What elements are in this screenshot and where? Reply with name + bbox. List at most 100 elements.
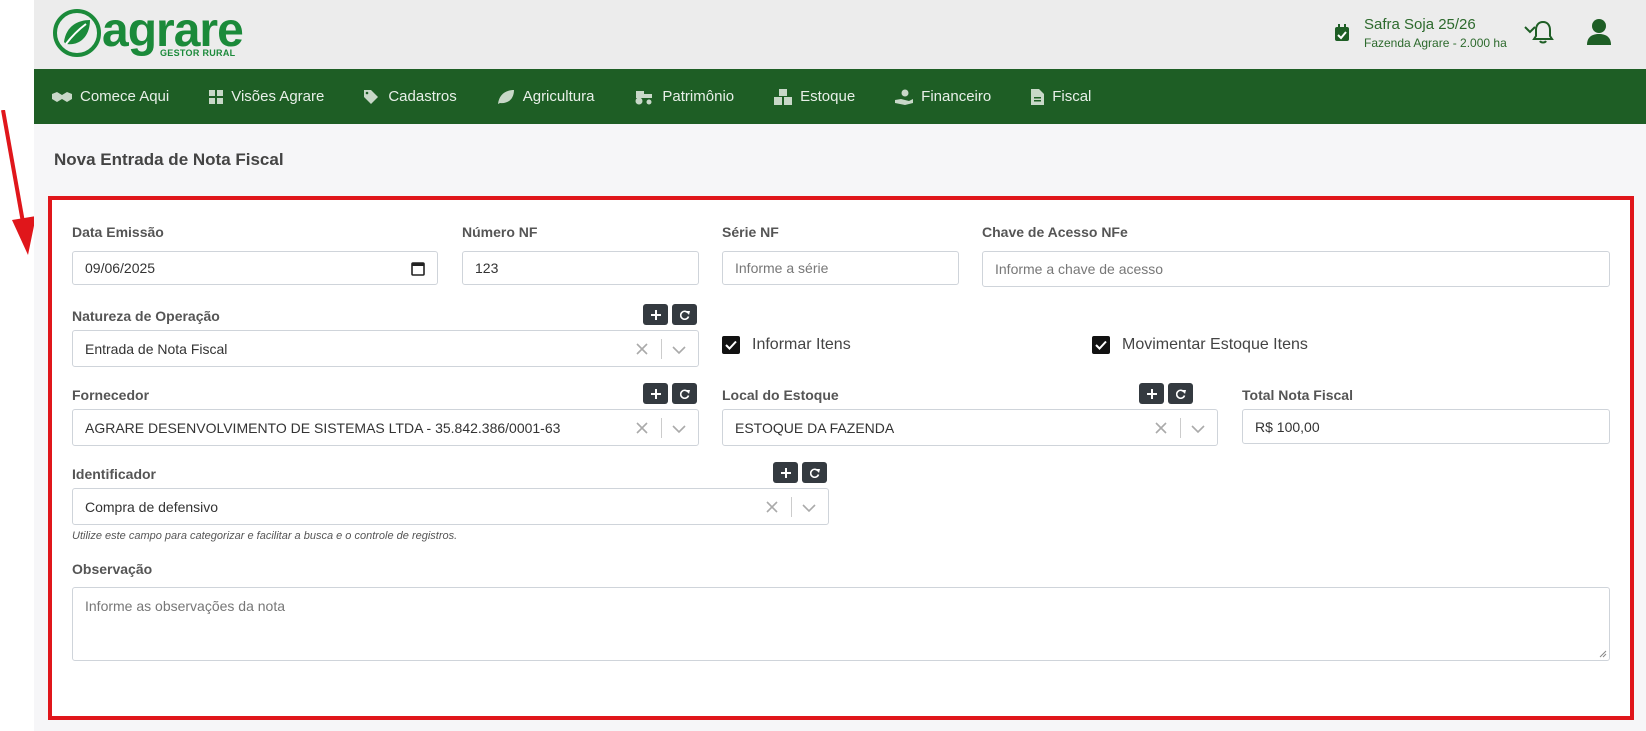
nav-label: Fiscal [1052,88,1092,105]
add-local-estoque-button[interactable] [1139,383,1164,404]
nav-comece-aqui[interactable]: Comece Aqui [52,88,169,105]
hand-money-icon [895,89,914,105]
refresh-icon [679,389,690,399]
refresh-icon [1175,389,1186,399]
natureza-select[interactable]: Entrada de Nota Fiscal [72,330,699,367]
boxes-icon [774,88,793,105]
clear-icon[interactable] [766,501,778,513]
nav-financeiro[interactable]: Financeiro [895,88,991,105]
identificador-value: Compra de defensivo [85,498,219,515]
chave-acesso-label: Chave de Acesso NFe [982,224,1128,240]
refresh-identificador-button[interactable] [802,462,827,483]
plus-icon [1146,388,1157,399]
nav-label: Patrimônio [662,88,735,105]
informar-itens-label: Informar Itens [752,336,851,353]
main-navbar: Comece Aqui Visões Agrare Cadastros Agri… [34,69,1646,124]
checkbox-checked-icon [722,336,740,354]
nota-fiscal-form: Data Emissão 09/06/2025 Número NF 123 Sé… [48,196,1634,720]
chevron-down-icon[interactable] [1191,424,1205,434]
fornecedor-select[interactable]: AGRARE DESENVOLVIMENTO DE SISTEMAS LTDA … [72,409,699,446]
clear-icon[interactable] [636,422,648,434]
bell-icon[interactable] [1532,20,1554,44]
identificador-label: Identificador [72,466,157,482]
nav-agricultura[interactable]: Agricultura [497,88,595,105]
numero-nf-label: Número NF [462,224,538,240]
top-header: agrare GESTOR RURAL Safra Soja 25/26 Faz… [34,0,1646,69]
identificador-hint: Utilize este campo para categorizar e fa… [72,530,458,542]
observacao-textarea[interactable]: Informe as observações da nota [72,587,1610,661]
nav-label: Comece Aqui [80,88,170,105]
observacao-placeholder: Informe as observações da nota [85,598,286,614]
grid-icon [209,89,224,104]
refresh-natureza-button[interactable] [672,304,697,325]
leaf-logo-icon [53,9,101,57]
select-separator [1180,418,1181,438]
local-estoque-label: Local do Estoque [722,387,839,403]
serie-nf-label: Série NF [722,224,779,240]
refresh-icon [679,310,690,320]
fornecedor-value: AGRARE DESENVOLVIMENTO DE SISTEMAS LTDA … [85,419,561,436]
chave-acesso-placeholder: Informe a chave de acesso [995,261,1164,277]
page-content: Nova Entrada de Nota Fiscal Data Emissão… [34,124,1646,731]
resize-handle-icon[interactable] [1597,648,1607,658]
select-separator [791,497,792,517]
plus-icon [650,309,661,320]
tags-icon [364,89,379,104]
add-natureza-button[interactable] [643,304,668,325]
add-identificador-button[interactable] [773,462,798,483]
safra-title: Safra Soja 25/26 [1364,16,1476,33]
chave-acesso-input[interactable]: Informe a chave de acesso [982,251,1610,287]
data-emissao-value: 09/06/2025 [85,260,156,276]
refresh-fornecedor-button[interactable] [672,383,697,404]
informar-itens-checkbox[interactable]: Informar Itens [722,336,851,354]
refresh-icon [809,468,820,478]
leaf-icon [497,89,514,104]
select-separator [661,418,662,438]
user-avatar-icon[interactable] [1586,18,1612,46]
nav-label: Agricultura [522,88,595,105]
chevron-down-icon[interactable] [672,345,686,355]
fornecedor-label: Fornecedor [72,387,150,403]
add-fornecedor-button[interactable] [643,383,668,404]
natureza-label: Natureza de Operação [72,308,220,324]
numero-nf-input[interactable]: 123 [462,251,699,285]
safra-farm: Fazenda Agrare - 2.000 ha [1364,36,1507,50]
chevron-down-icon[interactable] [672,424,686,434]
tractor-icon [635,90,653,104]
select-separator [661,339,662,359]
page-title: Nova Entrada de Nota Fiscal [54,150,284,169]
identificador-select[interactable]: Compra de defensivo [72,488,829,525]
serie-nf-input[interactable]: Informe a série [722,251,959,285]
clear-icon[interactable] [636,343,648,355]
nav-cadastros[interactable]: Cadastros [364,88,457,105]
data-emissao-input[interactable]: 09/06/2025 [72,251,438,285]
nav-fiscal[interactable]: Fiscal [1031,88,1091,105]
calendar-check-icon [1335,24,1349,41]
total-nf-input[interactable]: R$ 100,00 [1242,409,1610,444]
refresh-local-estoque-button[interactable] [1168,383,1193,404]
local-estoque-value: ESTOQUE DA FAZENDA [735,419,895,436]
movimentar-estoque-checkbox[interactable]: Movimentar Estoque Itens [1092,336,1308,354]
nav-estoque[interactable]: Estoque [774,88,855,105]
nav-label: Cadastros [388,88,457,105]
brand-tagline: GESTOR RURAL [160,48,236,58]
nav-label: Estoque [800,88,856,105]
clear-icon[interactable] [1155,422,1167,434]
red-arrow-icon [1,110,34,255]
total-nf-value: R$ 100,00 [1255,418,1320,435]
plus-icon [650,388,661,399]
calendar-icon[interactable] [411,260,425,276]
handshake-icon [52,91,72,102]
brand-logo[interactable]: agrare GESTOR RURAL [52,6,252,62]
nav-visoes-agrare[interactable]: Visões Agrare [209,88,324,105]
observacao-label: Observação [72,561,153,577]
nav-label: Financeiro [921,88,992,105]
nav-label: Visões Agrare [231,88,325,105]
serie-nf-placeholder: Informe a série [735,260,829,276]
data-emissao-label: Data Emissão [72,224,164,240]
local-estoque-select[interactable]: ESTOQUE DA FAZENDA [722,409,1218,446]
safra-selector[interactable]: Safra Soja 25/26 Fazenda Agrare - 2.000 … [1334,14,1544,54]
chevron-down-icon[interactable] [802,503,816,513]
nav-patrimonio[interactable]: Patrimônio [634,88,734,105]
checkbox-checked-icon [1092,336,1110,354]
